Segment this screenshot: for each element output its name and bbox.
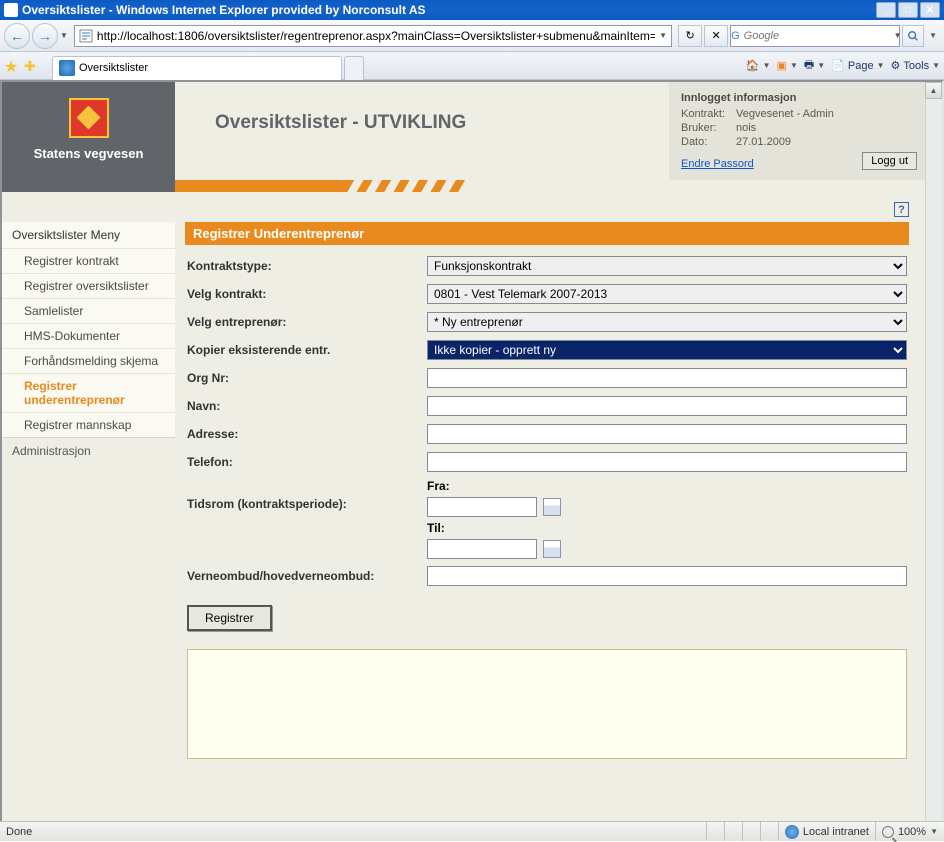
page-icon	[78, 28, 94, 44]
forward-button[interactable]: →	[32, 23, 58, 49]
sidebar-item-register-oversiktslister[interactable]: Registrer oversiktslister	[2, 273, 175, 298]
label-til: Til:	[427, 521, 561, 535]
gear-icon: ⚙	[891, 59, 901, 72]
select-kontraktstype[interactable]: Funksjonskontrakt	[427, 256, 907, 276]
input-navn[interactable]	[427, 396, 907, 416]
calendar-icon-fra[interactable]	[543, 498, 561, 516]
org-name: Statens vegvesen	[34, 146, 144, 161]
tab-title: Oversiktslister	[79, 62, 148, 74]
logout-button[interactable]: Logg ut	[862, 152, 917, 170]
search-provider-icon: G	[731, 30, 740, 42]
tab-favicon	[59, 60, 75, 76]
zoom-icon	[882, 826, 894, 838]
sidebar-title: Oversiktslister Meny	[2, 222, 175, 248]
url-input[interactable]	[97, 29, 655, 43]
help-icon[interactable]: ?	[894, 202, 909, 217]
label-orgnr: Org Nr:	[187, 371, 427, 385]
print-button[interactable]: 🖶▼	[804, 56, 825, 75]
status-text: Done	[0, 826, 38, 838]
favorites-icon[interactable]: ★	[4, 57, 22, 75]
zoom-control[interactable]: 100% ▼	[875, 822, 944, 841]
page-title: Oversiktslister - UTVIKLING	[215, 112, 669, 134]
submit-button[interactable]: Registrer	[187, 605, 272, 631]
sidebar-item-samlelister[interactable]: Samlelister	[2, 298, 175, 323]
ie-icon	[4, 3, 18, 17]
select-velg-entreprenor[interactable]: * Ny entreprenør	[427, 312, 907, 332]
security-zone: Local intranet	[778, 822, 875, 841]
minimize-button[interactable]: _	[876, 2, 896, 18]
tab-strip: ★ ✚ Oversiktslister 🏠▼ ▣▼ 🖶▼ 📄Page▼ ⚙Too…	[0, 52, 944, 80]
label-navn: Navn:	[187, 399, 427, 413]
search-input[interactable]	[740, 30, 891, 42]
search-go-dropdown[interactable]: ▼	[926, 31, 940, 40]
page-menu[interactable]: 📄Page▼	[831, 59, 884, 72]
globe-icon	[785, 825, 799, 839]
input-telefon[interactable]	[427, 452, 907, 472]
tools-menu[interactable]: ⚙Tools▼	[891, 59, 940, 72]
output-area	[187, 649, 907, 759]
status-bar: Done Local intranet 100% ▼	[0, 821, 944, 841]
select-velg-kontrakt[interactable]: 0801 - Vest Telemark 2007-2013	[427, 284, 907, 304]
address-bar[interactable]: ▼	[74, 25, 672, 47]
panel-heading: Registrer Underentreprenør	[185, 222, 909, 245]
label-adresse: Adresse:	[187, 427, 427, 441]
label-velg-kontrakt: Velg kontrakt:	[187, 287, 427, 301]
history-dropdown[interactable]: ▼	[60, 31, 68, 40]
sidebar-item-underentreprenor[interactable]: Registrer underentreprenør	[2, 373, 175, 412]
sidebar-item-register-kontrakt[interactable]: Registrer kontrakt	[2, 248, 175, 273]
input-adresse[interactable]	[427, 424, 907, 444]
input-til-date[interactable]	[427, 539, 537, 559]
home-icon: 🏠	[746, 59, 760, 72]
sidebar-item-mannskap[interactable]: Registrer mannskap	[2, 412, 175, 437]
refresh-button[interactable]: ↻	[678, 25, 702, 47]
label-fra: Fra:	[427, 479, 561, 493]
rss-icon: ▣	[777, 59, 787, 72]
sidebar-section-admin[interactable]: Administrasjon	[2, 437, 175, 464]
vertical-scrollbar[interactable]: ▲	[925, 82, 942, 838]
change-password-link[interactable]: Endre Passord	[681, 158, 754, 170]
browser-tab[interactable]: Oversiktslister	[52, 56, 342, 80]
login-info-panel: Innlogget informasjon Kontrakt:Vegvesene…	[669, 82, 925, 180]
url-dropdown[interactable]: ▼	[655, 31, 671, 40]
sidebar-item-forhandsmelding[interactable]: Forhåndsmelding skjema	[2, 348, 175, 373]
print-icon: 🖶	[804, 56, 814, 75]
input-verneombud[interactable]	[427, 566, 907, 586]
home-button[interactable]: 🏠▼	[746, 59, 771, 72]
label-telefon: Telefon:	[187, 455, 427, 469]
sidebar-item-hms-dokumenter[interactable]: HMS-Dokumenter	[2, 323, 175, 348]
org-logo-block: Statens vegvesen	[2, 82, 175, 180]
calendar-icon-til[interactable]	[543, 540, 561, 558]
label-kontraktstype: Kontraktstype:	[187, 259, 427, 273]
scroll-up-button[interactable]: ▲	[925, 82, 942, 99]
label-kopier: Kopier eksisterende entr.	[187, 343, 427, 357]
nav-toolbar: ← → ▼ ▼ ↻ ✕ G ▼ ▼	[0, 20, 944, 52]
new-tab-button[interactable]	[344, 56, 364, 80]
window-title: Oversiktslister - Windows Internet Explo…	[22, 3, 426, 17]
maximize-button[interactable]: □	[898, 2, 918, 18]
close-button[interactable]: ✕	[920, 2, 940, 18]
page-icon: 📄	[831, 59, 845, 72]
label-velg-entreprenor: Velg entreprenør:	[187, 315, 427, 329]
input-fra-date[interactable]	[427, 497, 537, 517]
window-titlebar: Oversiktslister - Windows Internet Explo…	[0, 0, 944, 20]
search-go-button[interactable]	[902, 25, 924, 47]
stop-button[interactable]: ✕	[704, 25, 728, 47]
feeds-button[interactable]: ▣▼	[777, 59, 798, 72]
login-info-heading: Innlogget informasjon	[681, 92, 913, 104]
back-button[interactable]: ←	[4, 23, 30, 49]
search-box[interactable]: G ▼	[730, 25, 900, 47]
input-orgnr[interactable]	[427, 368, 907, 388]
label-verneombud: Verneombud/hovedverneombud:	[187, 569, 427, 583]
add-favorite-icon[interactable]: ✚	[24, 58, 40, 74]
vegvesen-emblem-icon	[69, 98, 109, 138]
sidebar: Oversiktslister Meny Registrer kontrakt …	[2, 192, 175, 779]
label-tidsrom: Tidsrom (kontraktsperiode):	[187, 479, 427, 511]
main-panel: ? Registrer Underentreprenør Kontraktsty…	[175, 192, 925, 779]
select-kopier[interactable]: Ikke kopier - opprett ny	[427, 340, 907, 360]
content-viewport: ▲ Statens vegvesen Oversiktslister - UTV…	[0, 80, 944, 840]
